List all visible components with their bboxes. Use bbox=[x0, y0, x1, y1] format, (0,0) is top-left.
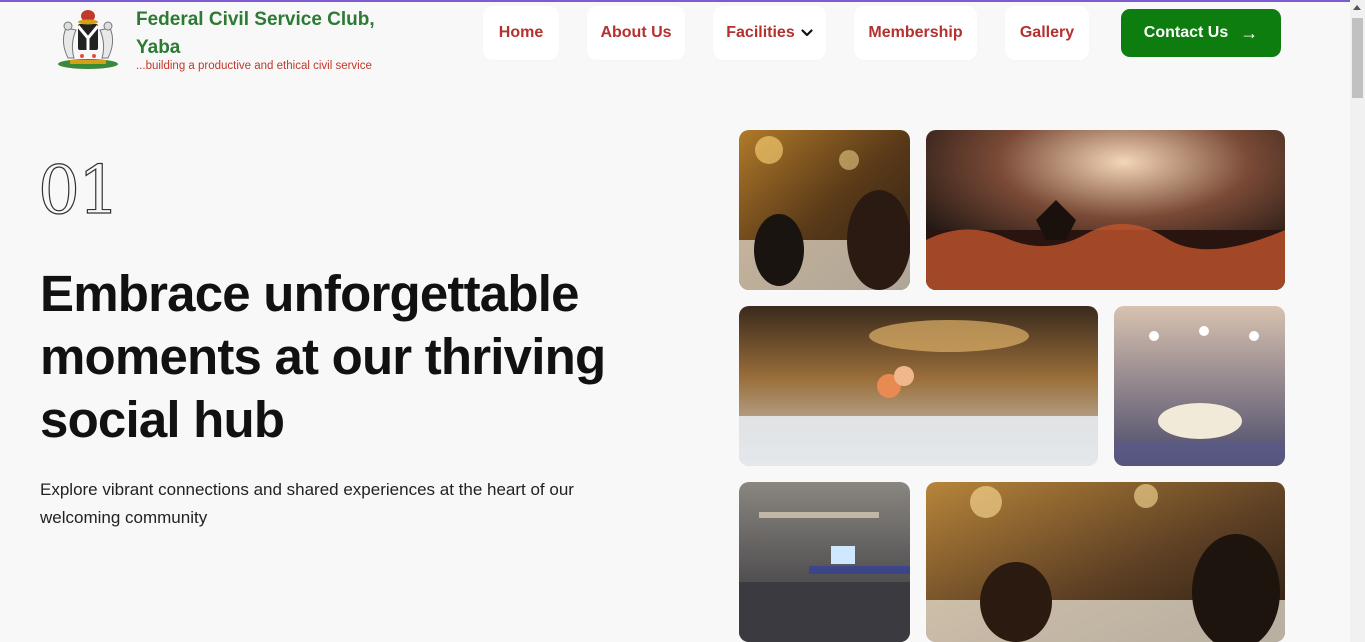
gallery-image-banquet-toast bbox=[739, 130, 910, 290]
nav-membership-label: Membership bbox=[868, 24, 963, 41]
nav-membership[interactable]: Membership bbox=[854, 6, 977, 60]
gallery-image-dinner-toast bbox=[926, 482, 1285, 642]
nav-facilities-label: Facilities bbox=[726, 24, 795, 41]
contact-us-label: Contact Us bbox=[1143, 24, 1229, 41]
gallery-image-event-hall-table bbox=[739, 306, 1098, 466]
site-title: Federal Civil Service Club, Yaba bbox=[136, 9, 375, 58]
browser-top-line bbox=[0, 0, 1350, 2]
section-number: 01 bbox=[37, 151, 120, 229]
brand[interactable]: Federal Civil Service Club, Yaba ...buil… bbox=[52, 6, 386, 72]
nav-home-label: Home bbox=[498, 24, 544, 41]
coat-of-arms-logo bbox=[58, 10, 118, 69]
gallery-image-conference-room bbox=[739, 482, 910, 642]
nav-gallery-label: Gallery bbox=[1019, 24, 1075, 41]
contact-us-button[interactable]: Contact Us → bbox=[1121, 9, 1281, 57]
gallery-image-concert-crowd bbox=[926, 130, 1285, 290]
vertical-scrollbar[interactable] bbox=[1350, 0, 1365, 642]
hero-headline: Embrace unforgettable moments at our thr… bbox=[40, 265, 606, 448]
hero-subtext: Explore vibrant connections and shared e… bbox=[40, 480, 574, 527]
scroll-up-arrow-icon[interactable] bbox=[1353, 5, 1361, 10]
scrollbar-thumb[interactable] bbox=[1352, 18, 1363, 98]
nav-facilities[interactable]: Facilities bbox=[713, 6, 826, 60]
nav-gallery[interactable]: Gallery bbox=[1005, 6, 1089, 60]
arrow-right-icon: → bbox=[1240, 22, 1259, 43]
nav-about-us[interactable]: About Us bbox=[587, 6, 685, 60]
nav-home[interactable]: Home bbox=[483, 6, 559, 60]
gallery-image-ballroom bbox=[1114, 306, 1285, 466]
site-tagline: ...building a productive and ethical civ… bbox=[136, 60, 372, 72]
chevron-down-icon bbox=[801, 29, 813, 37]
nav-about-us-label: About Us bbox=[600, 24, 672, 41]
